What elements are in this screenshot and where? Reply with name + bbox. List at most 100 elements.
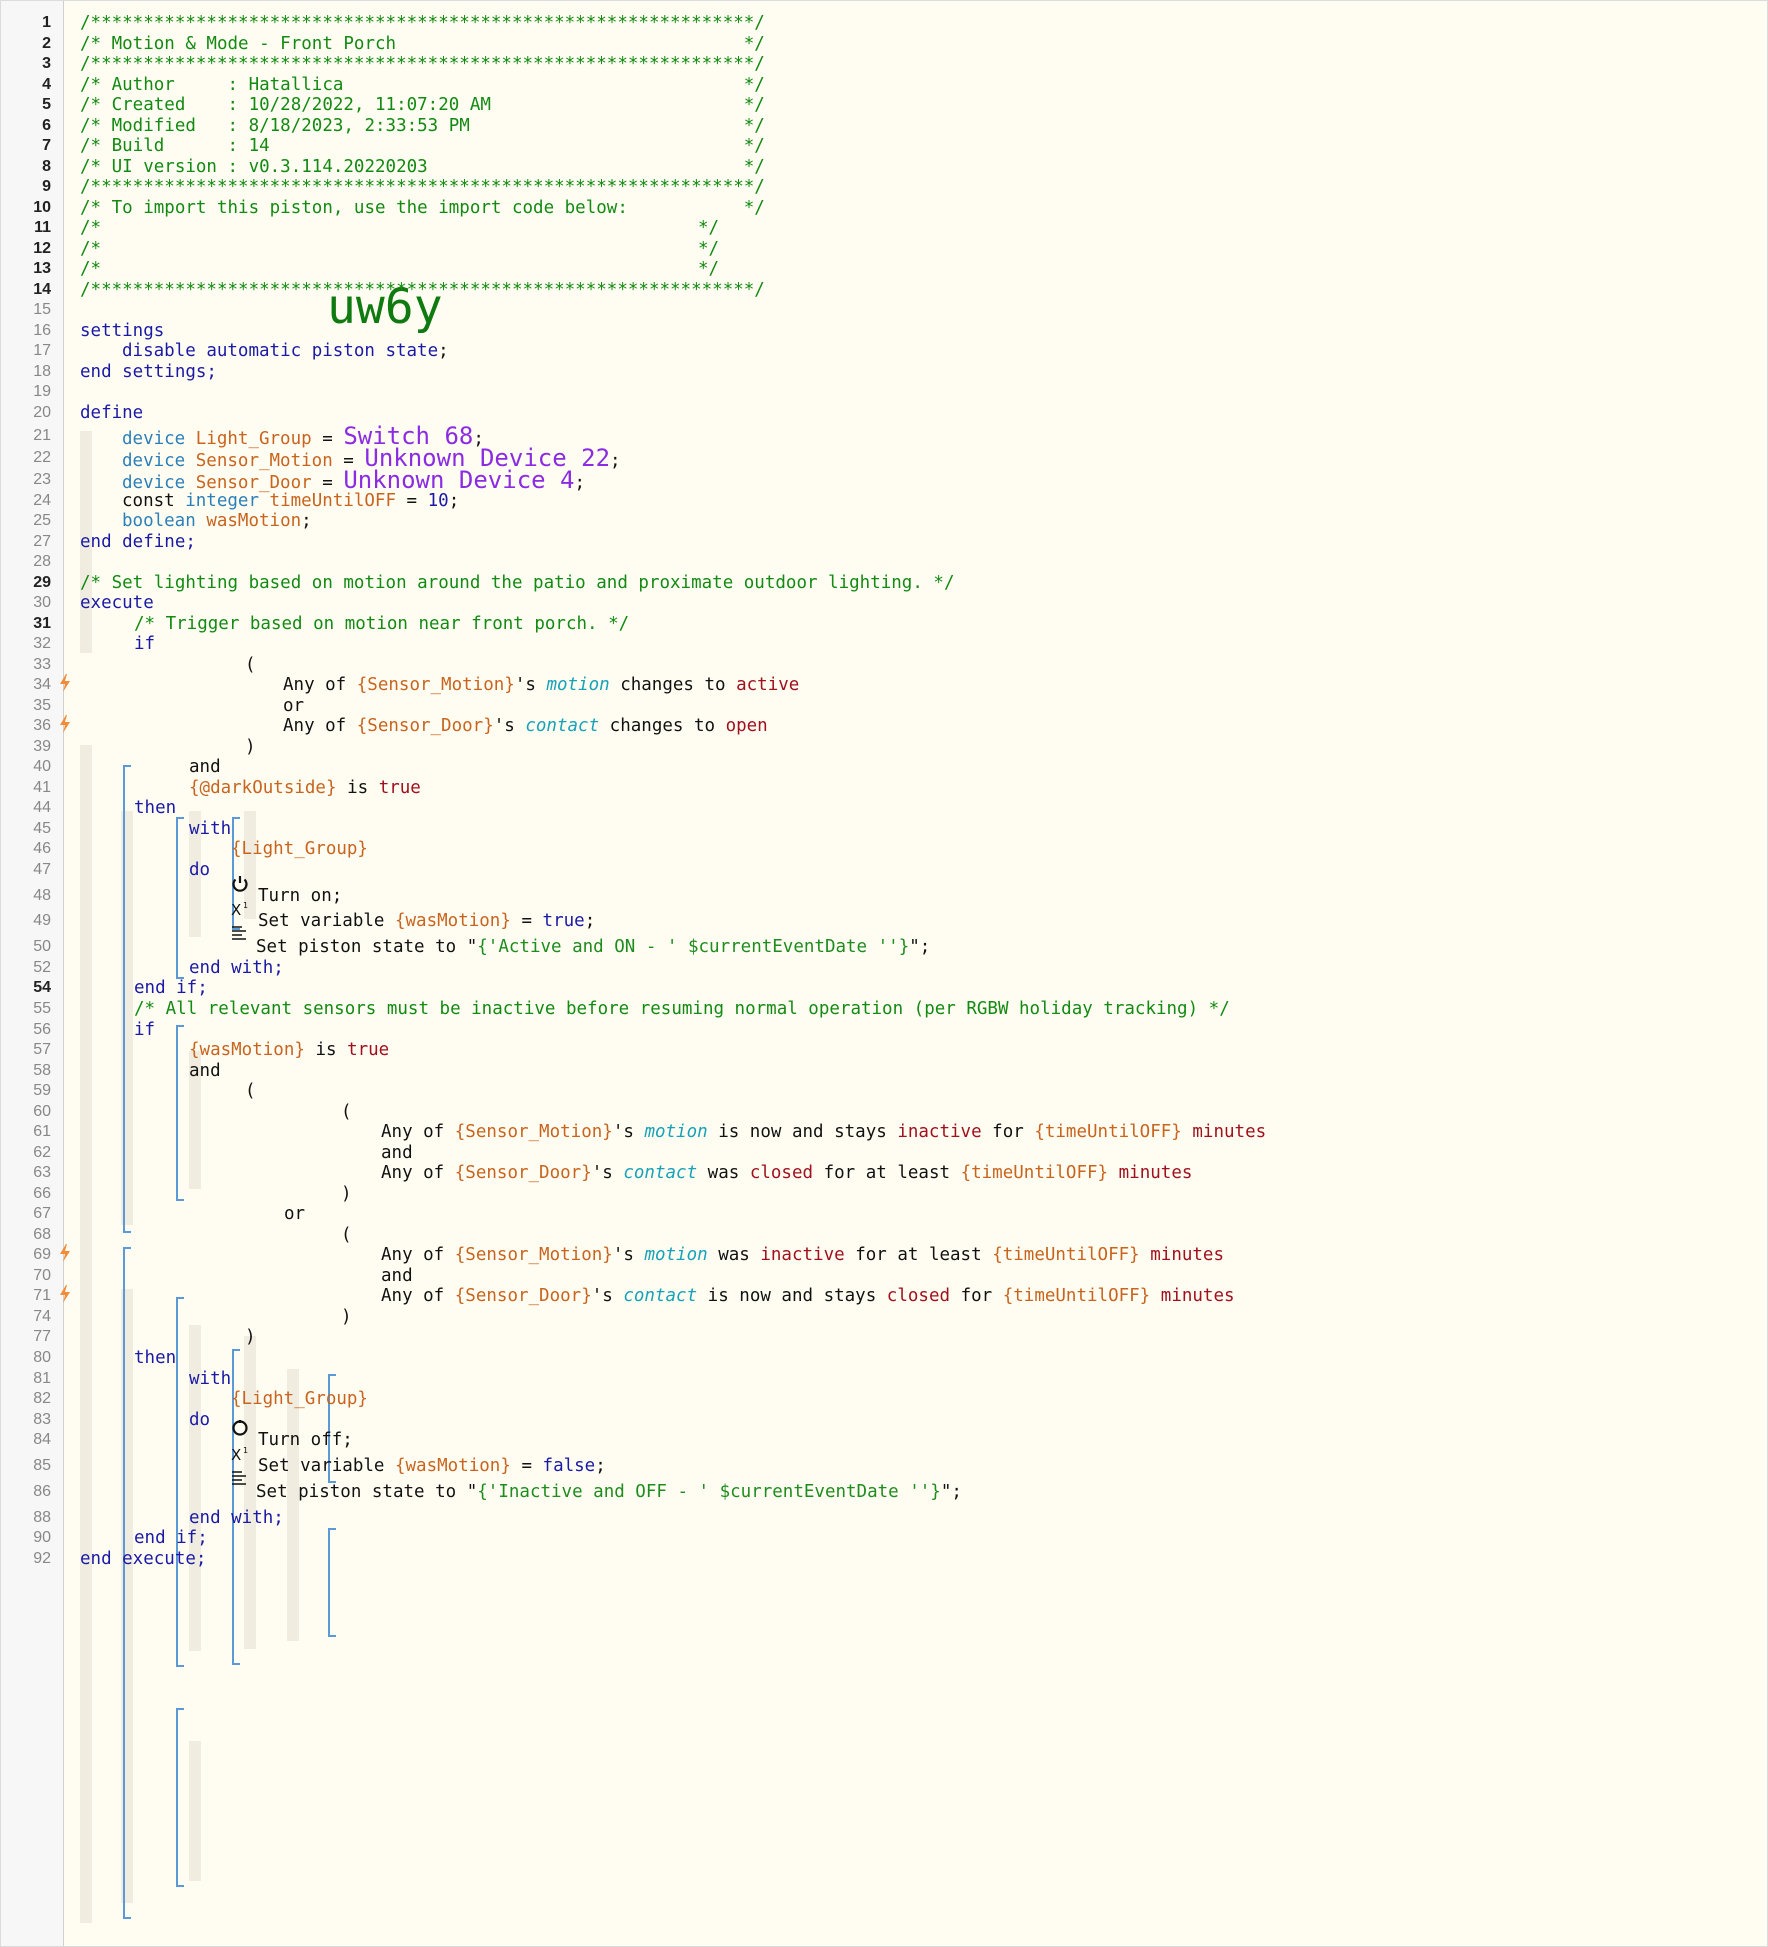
code-line: end with; bbox=[189, 957, 284, 979]
code-line: /* Trigger based on motion near front po… bbox=[134, 613, 629, 635]
code-line: do bbox=[189, 1409, 210, 1431]
device-ref[interactable]: {Light_Group} bbox=[231, 839, 368, 859]
variable-ref: {wasMotion} bbox=[189, 1040, 305, 1060]
code-token: Set variable bbox=[258, 911, 385, 931]
svg-text:X: X bbox=[231, 901, 241, 919]
code-token: for at least bbox=[823, 1163, 951, 1183]
code-line: /***************************************… bbox=[80, 279, 765, 301]
code-line: end define; bbox=[80, 531, 196, 553]
code-token: ; bbox=[574, 473, 586, 493]
code-token: for at least bbox=[855, 1245, 982, 1265]
code-line: /* bbox=[80, 258, 101, 280]
code-token: changes to bbox=[609, 716, 716, 736]
header-comment: */ bbox=[698, 259, 720, 279]
code-line: ( bbox=[341, 1224, 352, 1246]
code-token: contact bbox=[623, 1286, 698, 1306]
code-token: Any of bbox=[283, 716, 347, 736]
device-ref[interactable]: {Sensor_Motion} bbox=[455, 1122, 613, 1142]
svg-text:1: 1 bbox=[243, 901, 248, 910]
code-line: */ bbox=[698, 217, 719, 239]
code-line: define bbox=[80, 402, 143, 424]
code-line: end settings; bbox=[80, 361, 217, 383]
end-execute: end execute; bbox=[80, 1549, 207, 1569]
code-token: integer bbox=[185, 491, 259, 511]
header-comment: /* bbox=[80, 239, 102, 259]
modified-line: /* Modified : 8/18/2023, 2:33:53 PM */ bbox=[80, 116, 765, 136]
then-keyword: then bbox=[134, 798, 177, 818]
code-token: true bbox=[378, 778, 421, 798]
code-line: and bbox=[381, 1142, 413, 1164]
device-ref[interactable]: {Sensor_Motion} bbox=[357, 675, 515, 695]
code-token: ; bbox=[438, 341, 449, 361]
svg-text:X: X bbox=[231, 1446, 241, 1464]
code-token: 's bbox=[612, 1245, 634, 1265]
device-ref[interactable]: {Sensor_Door} bbox=[455, 1163, 592, 1183]
code-line: /* UI version : v0.3.114.20220203 */ bbox=[80, 156, 765, 178]
code-token: piston bbox=[311, 341, 375, 361]
code-token: or bbox=[284, 1204, 306, 1224]
header-comment: /* bbox=[80, 259, 102, 279]
block-bracket bbox=[123, 1247, 131, 1919]
variable-name: wasMotion bbox=[206, 511, 302, 531]
code-token: inactive bbox=[897, 1122, 982, 1142]
end-if: end if; bbox=[134, 978, 208, 998]
code-token: false bbox=[542, 1456, 596, 1476]
code-token: and bbox=[189, 757, 221, 777]
device-ref[interactable]: {Sensor_Motion} bbox=[455, 1245, 613, 1265]
code-token: "; bbox=[940, 1482, 962, 1502]
code-line: Any of {Sensor_Motion}'s motion is now a… bbox=[381, 1121, 1266, 1143]
code-line: Any of {Sensor_Door}'s contact is now an… bbox=[381, 1285, 1235, 1307]
code-line: /* Author : Hatallica */ bbox=[80, 74, 765, 96]
block-bracket bbox=[176, 1025, 184, 1201]
code-token: motion bbox=[644, 1122, 708, 1142]
code-token: Any of bbox=[283, 675, 347, 695]
code-line: ) bbox=[341, 1183, 352, 1205]
code-token: ; bbox=[448, 491, 460, 511]
piston-description: /* Set lighting based on motion around t… bbox=[80, 573, 955, 593]
variable-icon: X1 bbox=[231, 1446, 248, 1464]
code-token: ; bbox=[595, 1456, 606, 1476]
code-token: or bbox=[283, 696, 305, 716]
device-ref[interactable]: {Sensor_Door} bbox=[455, 1286, 592, 1306]
code-token: ; bbox=[584, 911, 596, 931]
do-keyword: do bbox=[189, 1410, 211, 1430]
with-keyword: with bbox=[189, 819, 232, 839]
code-token: 's bbox=[591, 1286, 613, 1306]
code-token: state bbox=[385, 341, 439, 361]
piston-state-icon bbox=[232, 926, 246, 940]
block-bracket bbox=[328, 1528, 336, 1637]
trigger-bolt-icon bbox=[60, 1285, 70, 1303]
with-keyword: with bbox=[189, 1369, 232, 1389]
code-token: minutes bbox=[1118, 1163, 1193, 1183]
indent-guide bbox=[189, 1741, 201, 1881]
code-token: {'Inactive and OFF - ' $currentEventDate… bbox=[477, 1482, 941, 1502]
code-line: /***************************************… bbox=[80, 53, 765, 75]
code-token: open bbox=[725, 716, 768, 736]
code-line: /* To import this piston, use the import… bbox=[80, 197, 765, 219]
if-comment: /* Trigger based on motion near front po… bbox=[134, 614, 630, 634]
trigger-bolt-icon bbox=[60, 674, 70, 692]
code-token: closed bbox=[749, 1163, 814, 1183]
code-line: and bbox=[381, 1265, 413, 1287]
code-line: and bbox=[189, 756, 221, 778]
define-keyword: define bbox=[80, 403, 144, 423]
code-token: closed bbox=[886, 1286, 951, 1306]
code-token: = bbox=[322, 429, 333, 449]
code-editor: 1 2 3 4 5 6 7 8 9 10 11 12 13 14 15 16 17 18 19 20 21 22 23 24 2… bbox=[0, 0, 1768, 1947]
code-token: ( bbox=[245, 1081, 256, 1101]
code-line: /* bbox=[80, 217, 101, 239]
code-token: disable bbox=[122, 341, 196, 361]
device-ref[interactable]: {Sensor_Door} bbox=[357, 716, 494, 736]
code-line: Any of {Sensor_Motion}'s motion was inac… bbox=[381, 1244, 1224, 1266]
code-line: Turn on; bbox=[258, 885, 342, 907]
code-token: true bbox=[347, 1040, 390, 1060]
code-token: and bbox=[189, 1061, 221, 1081]
import-instruction: /* To import this piston, use the import… bbox=[80, 198, 765, 218]
block-bracket bbox=[123, 765, 131, 1233]
code-token: Any of bbox=[381, 1163, 445, 1183]
code-token: {wasMotion} bbox=[394, 911, 511, 931]
code-token: Set piston state to " bbox=[256, 937, 478, 957]
code-token: was bbox=[718, 1245, 750, 1265]
device-ref[interactable]: {Light_Group} bbox=[231, 1389, 368, 1409]
end-define: end define; bbox=[80, 532, 196, 552]
